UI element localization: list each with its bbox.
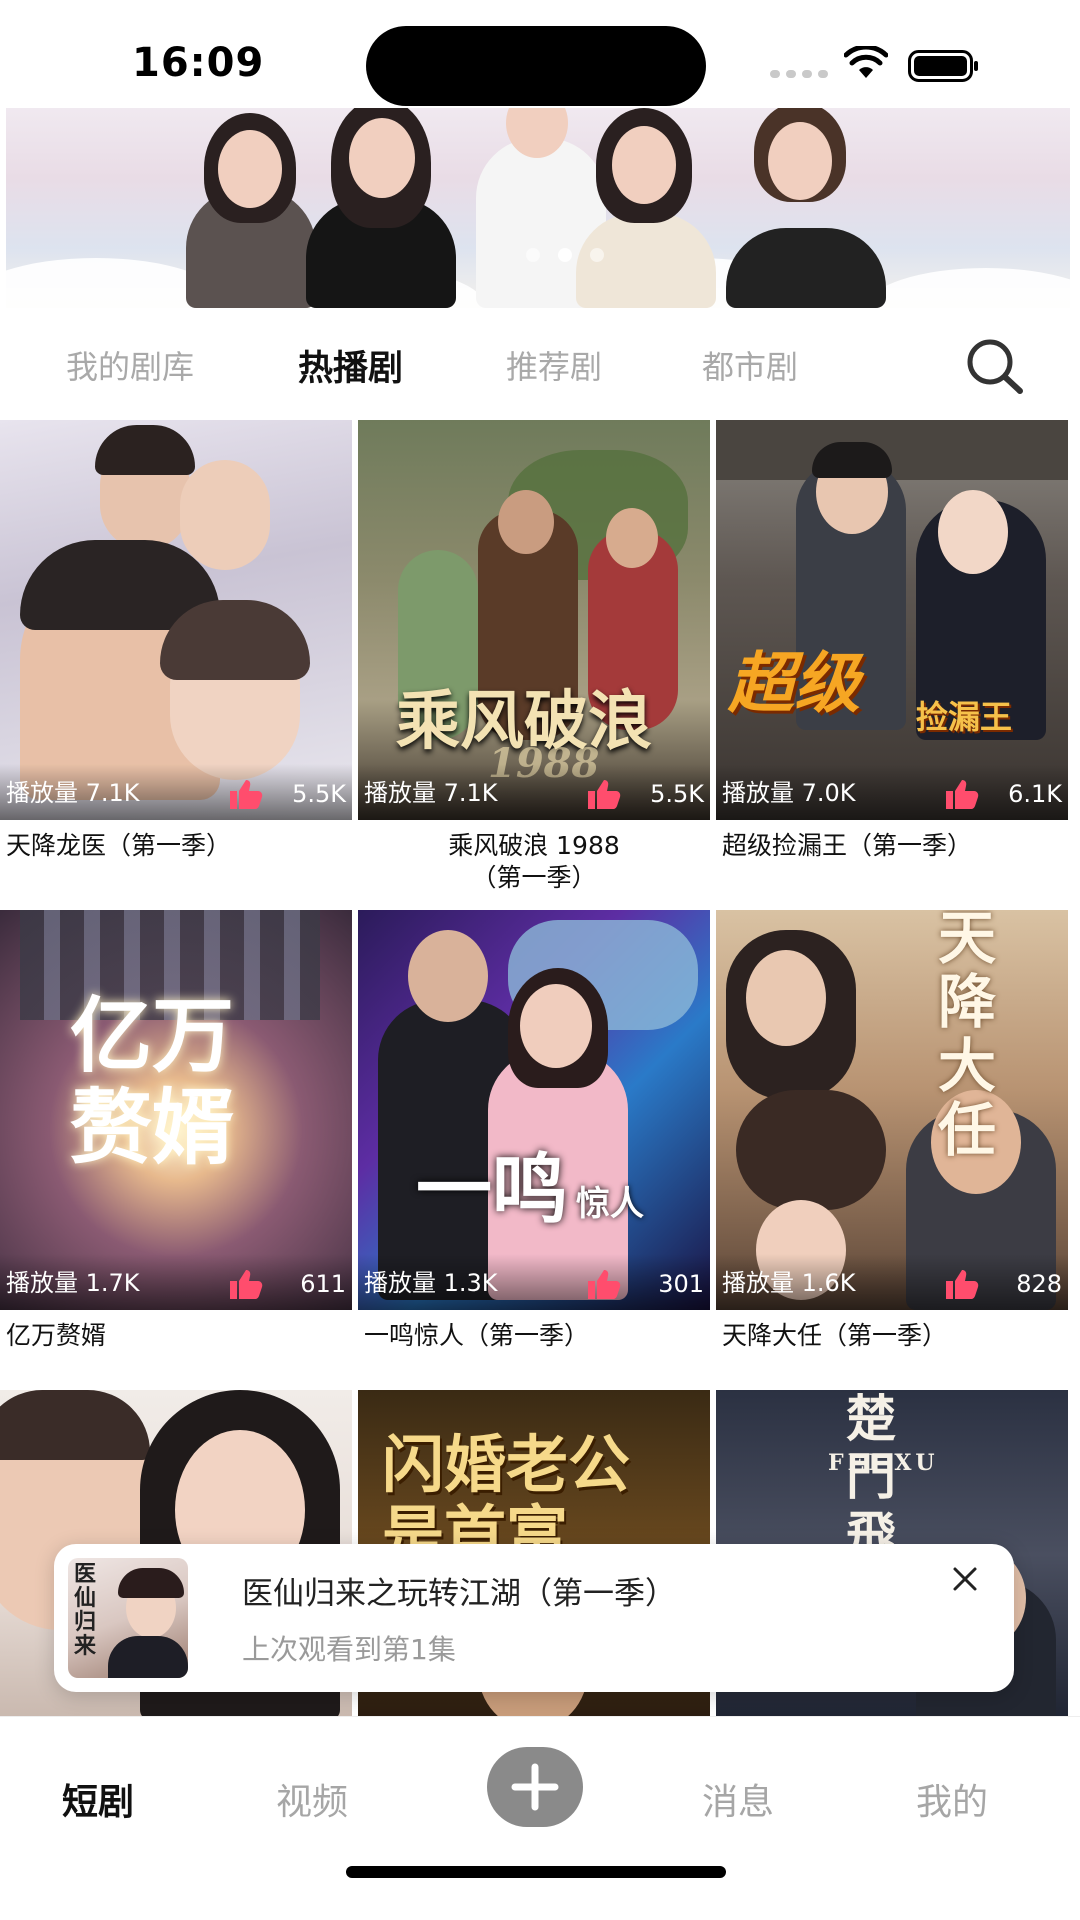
thumbs-up-icon xyxy=(230,780,263,809)
view-count: 播放量 7.0K xyxy=(722,779,856,807)
category-tabs: 我的剧库 热播剧 推荐剧 都市剧 xyxy=(0,330,1080,400)
poster-title-text: 超级 xyxy=(728,644,860,722)
tab-hot-dramas[interactable]: 热播剧 xyxy=(298,340,403,391)
drama-poster: 播放量 7.1K 5.5K xyxy=(0,420,352,820)
tab-urban-dramas[interactable]: 都市剧 xyxy=(702,342,798,388)
poster-subtitle-text: 捡漏王 xyxy=(916,698,1013,736)
view-count: 播放量 1.3K xyxy=(364,1269,498,1297)
drama-card[interactable]: 播放量 7.1K 5.5K 天降龙医（第一季） xyxy=(0,420,352,862)
drama-title: 乘风破浪 1988 （第一季） xyxy=(448,831,620,892)
drama-card[interactable]: 一鸣 惊人 播放量 1.3K 301 一鸣惊人（第一季） xyxy=(358,910,710,1352)
thumbs-up-icon xyxy=(946,1270,979,1299)
tab-short-drama[interactable]: 短剧 xyxy=(62,1773,134,1825)
poster-title-text: 亿万赘婿 xyxy=(70,988,235,1176)
bottom-tab-bar: 短剧 视频 消息 我的 xyxy=(0,1716,1080,1920)
drama-poster: 天降大任 播放量 1.6K 828 xyxy=(716,910,1068,1310)
drama-poster: 一鸣 惊人 播放量 1.3K 301 xyxy=(358,910,710,1310)
like-count: 301 xyxy=(658,1270,704,1298)
continue-watching-thumbnail[interactable]: 医仙归来 xyxy=(68,1558,188,1678)
cellular-signal-icon xyxy=(770,70,828,78)
continue-watching-popup[interactable]: 医仙归来 医仙归来之玩转江湖（第一季） 上次观看到第1集 xyxy=(54,1544,1014,1692)
drama-title: 天降龙医（第一季） xyxy=(6,831,232,860)
plus-icon xyxy=(511,1763,559,1811)
tab-profile[interactable]: 我的 xyxy=(916,1773,988,1825)
status-bar: 16:09 xyxy=(0,0,1080,108)
view-count: 播放量 1.7K xyxy=(6,1269,140,1297)
like-count: 828 xyxy=(1016,1270,1062,1298)
add-button[interactable] xyxy=(487,1747,583,1827)
drama-title: 天降大任（第一季） xyxy=(722,1321,948,1350)
poster-title-text: 一鸣 xyxy=(416,1145,568,1234)
tab-my-library[interactable]: 我的剧库 xyxy=(66,342,194,388)
drama-poster: 乘风破浪 1988 播放量 7.1K 5.5K xyxy=(358,420,710,820)
thumbnail-title-text: 医仙归来 xyxy=(74,1561,97,1659)
tab-recommended[interactable]: 推荐剧 xyxy=(506,342,602,388)
drama-poster: 亿万赘婿 播放量 1.7K 611 xyxy=(0,910,352,1310)
status-time: 16:09 xyxy=(132,40,265,86)
drama-title: 超级捡漏王（第一季） xyxy=(722,831,973,860)
drama-card[interactable]: 乘风破浪 1988 播放量 7.1K 5.5K 乘风破浪 1988 （第一季） xyxy=(358,420,710,894)
drama-card[interactable]: 天降大任 播放量 1.6K 828 天降大任（第一季） xyxy=(716,910,1068,1352)
continue-watching-title: 医仙归来之玩转江湖（第一季） xyxy=(242,1576,676,1612)
drama-card[interactable]: 亿万赘婿 播放量 1.7K 611 亿万赘婿 xyxy=(0,910,352,1352)
poster-title-text: 天降大任 xyxy=(938,910,997,1164)
continue-watching-progress: 上次观看到第1集 xyxy=(242,1633,456,1666)
home-indicator[interactable] xyxy=(346,1866,726,1878)
tab-video[interactable]: 视频 xyxy=(276,1773,348,1825)
thumbs-up-icon xyxy=(946,780,979,809)
close-icon[interactable] xyxy=(948,1562,982,1596)
like-count: 6.1K xyxy=(1008,780,1062,808)
hero-banner[interactable] xyxy=(6,108,1070,308)
thumbs-up-icon xyxy=(230,1270,263,1299)
like-count: 5.5K xyxy=(650,780,704,808)
drama-poster: 超级 捡漏王 播放量 7.0K 6.1K xyxy=(716,420,1068,820)
drama-card[interactable]: 超级 捡漏王 播放量 7.0K 6.1K 超级捡漏王（第一季） xyxy=(716,420,1068,862)
drama-title: 一鸣惊人（第一季） xyxy=(364,1321,590,1350)
poster-subtitle-text: FEI XU xyxy=(828,1450,939,1476)
like-count: 5.5K xyxy=(292,780,346,808)
like-count: 611 xyxy=(300,1270,346,1298)
drama-title: 亿万赘婿 xyxy=(6,1321,107,1350)
view-count: 播放量 1.6K xyxy=(722,1269,856,1297)
thumbs-up-icon xyxy=(588,780,621,809)
battery-icon xyxy=(908,50,978,82)
poster-subtitle-text: 惊人 xyxy=(576,1184,644,1224)
banner-pagination[interactable] xyxy=(526,248,604,262)
dynamic-island xyxy=(366,26,706,106)
view-count: 播放量 7.1K xyxy=(6,779,140,807)
search-icon[interactable] xyxy=(964,336,1026,398)
tab-messages[interactable]: 消息 xyxy=(702,1773,774,1825)
view-count: 播放量 7.1K xyxy=(364,779,498,807)
wifi-icon xyxy=(844,46,888,78)
thumbs-up-icon xyxy=(588,1270,621,1299)
